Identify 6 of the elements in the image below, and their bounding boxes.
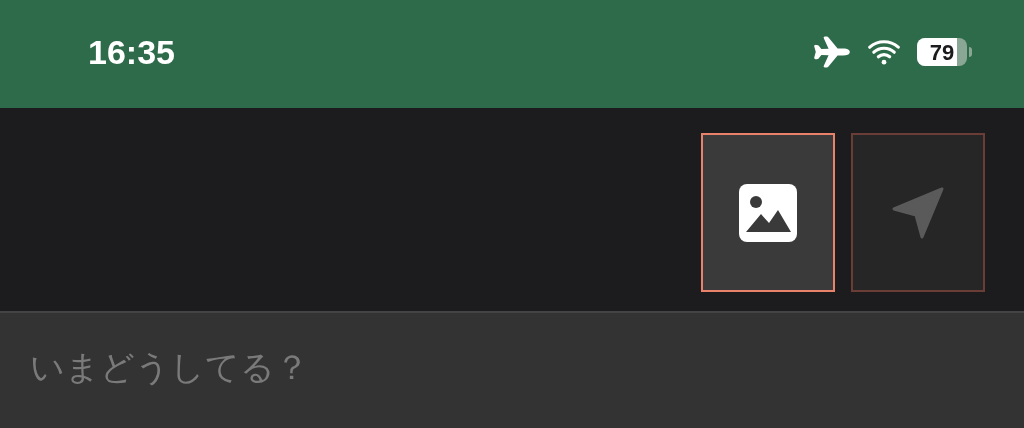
send-icon — [892, 186, 944, 239]
post-input-field[interactable]: いまどうしてる？ — [0, 311, 1024, 428]
clock: 16:35 — [88, 31, 175, 73]
image-icon — [739, 183, 797, 242]
image-button[interactable] — [701, 133, 835, 292]
battery-percent: 79 — [928, 38, 956, 66]
